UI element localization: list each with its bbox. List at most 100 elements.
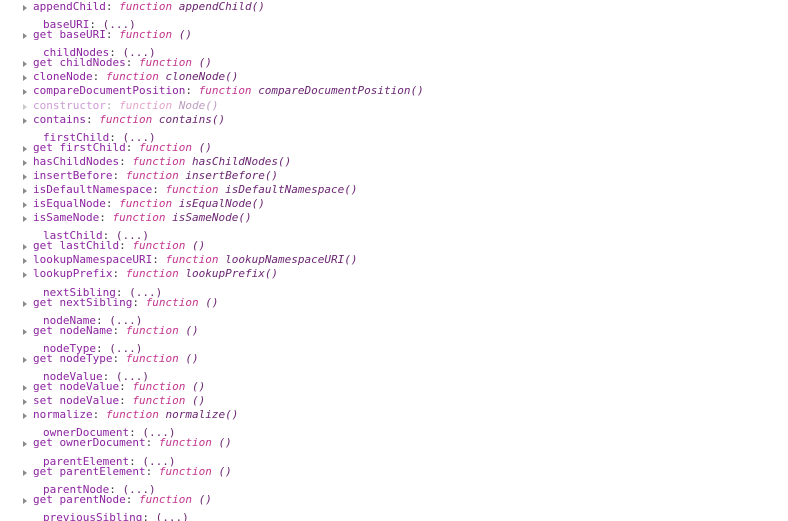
triangle-right-icon[interactable] xyxy=(21,99,31,113)
property-row[interactable]: hasChildNodes: function hasChildNodes() xyxy=(0,155,788,169)
function-signature: Node() xyxy=(178,98,219,112)
triangle-right-icon[interactable] xyxy=(21,352,31,366)
property-row[interactable]: normalize: function normalize() xyxy=(0,408,788,422)
property-colon: : xyxy=(85,112,93,126)
function-signature: () xyxy=(198,492,212,506)
property-row[interactable]: parentNode: (...) xyxy=(0,479,788,496)
property-colon: : xyxy=(105,0,113,13)
object-property-list[interactable]: appendChild: function appendChild() baseU… xyxy=(0,0,788,521)
property-row[interactable]: get nodeType: function () xyxy=(0,352,788,366)
property-row[interactable]: get nextSibling: function () xyxy=(0,296,788,310)
triangle-right-icon[interactable] xyxy=(21,211,31,225)
triangle-right-icon[interactable] xyxy=(21,197,31,211)
property-row[interactable]: get ownerDocument: function () xyxy=(0,436,788,450)
getter-placeholder: (...) xyxy=(155,510,189,521)
triangle-right-icon[interactable] xyxy=(21,28,31,42)
function-signature: () xyxy=(191,239,206,253)
property-row[interactable]: baseURI: (...) xyxy=(0,14,788,31)
function-keyword: function xyxy=(119,28,173,42)
property-row[interactable]: get lastChild: function () xyxy=(0,239,788,253)
property-row[interactable]: nodeName: (...) xyxy=(0,310,788,327)
property-name: get parentElement xyxy=(33,464,146,478)
property-row[interactable]: parentElement: (...) xyxy=(0,451,788,468)
function-signature: () xyxy=(191,380,206,394)
triangle-right-icon[interactable] xyxy=(21,296,31,310)
property-row[interactable]: get firstChild: function () xyxy=(0,141,788,155)
triangle-right-icon[interactable] xyxy=(21,380,31,394)
function-keyword: function xyxy=(138,140,192,154)
property-row[interactable]: isEqualNode: function isEqualNode() xyxy=(0,197,788,211)
function-keyword: function xyxy=(119,197,173,211)
triangle-right-icon[interactable] xyxy=(21,183,31,197)
property-row[interactable]: isSameNode: function isSameNode() xyxy=(0,211,788,225)
triangle-right-icon[interactable] xyxy=(21,253,31,267)
property-row[interactable]: childNodes: (...) xyxy=(0,42,788,59)
property-row[interactable]: appendChild: function appendChild() xyxy=(0,0,788,14)
property-name: get firstChild xyxy=(33,140,126,154)
property-row[interactable]: cloneNode: function cloneNode() xyxy=(0,70,788,84)
property-row[interactable]: isDefaultNamespace: function isDefaultNa… xyxy=(0,183,788,197)
property-colon: : xyxy=(99,211,106,225)
triangle-right-icon[interactable] xyxy=(21,70,31,84)
triangle-right-icon[interactable] xyxy=(21,436,31,450)
property-row[interactable]: lastChild: (...) xyxy=(0,225,788,242)
property-row[interactable]: compareDocumentPosition: function compar… xyxy=(0,84,788,98)
property-row[interactable]: get parentElement: function () xyxy=(0,465,788,479)
property-label: isEqualNode: function isEqualNode() xyxy=(22,197,265,211)
triangle-right-icon[interactable] xyxy=(21,493,31,507)
property-row[interactable]: constructor: function Node() xyxy=(0,99,788,113)
triangle-right-icon[interactable] xyxy=(21,465,31,479)
property-label: previousSibling: (...) xyxy=(32,511,189,521)
function-keyword: function xyxy=(158,464,212,478)
property-row[interactable]: get parentNode: function () xyxy=(0,493,788,507)
property-label: compareDocumentPosition: function compar… xyxy=(22,84,424,98)
triangle-right-icon[interactable] xyxy=(21,84,31,98)
property-row[interactable]: nodeType: (...) xyxy=(0,338,788,355)
property-label: normalize: function normalize() xyxy=(22,408,238,422)
triangle-right-icon[interactable] xyxy=(21,56,31,70)
property-row[interactable]: get childNodes: function () xyxy=(0,56,788,70)
property-row[interactable]: get baseURI: function () xyxy=(0,28,788,42)
triangle-right-icon[interactable] xyxy=(21,239,31,253)
property-label: contains: function contains() xyxy=(22,113,225,127)
triangle-right-icon[interactable] xyxy=(21,141,31,155)
property-row[interactable]: ownerDocument: (...) xyxy=(0,422,788,439)
triangle-right-icon[interactable] xyxy=(21,169,31,183)
property-row[interactable]: set nodeValue: function () xyxy=(0,394,788,408)
triangle-right-icon[interactable] xyxy=(21,324,31,338)
triangle-right-icon[interactable] xyxy=(21,0,31,14)
triangle-right-icon[interactable] xyxy=(21,394,31,408)
property-row[interactable]: lookupPrefix: function lookupPrefix() xyxy=(0,267,788,281)
property-label: constructor: function Node() xyxy=(22,99,218,113)
triangle-right-icon[interactable] xyxy=(21,267,31,281)
property-row[interactable]: lookupNamespaceURI: function lookupNames… xyxy=(0,253,788,267)
property-colon: : xyxy=(125,492,133,506)
property-label: hasChildNodes: function hasChildNodes() xyxy=(22,155,291,169)
triangle-right-icon[interactable] xyxy=(21,113,31,127)
property-row[interactable]: get nodeValue: function () xyxy=(0,380,788,394)
property-label: get childNodes: function () xyxy=(22,56,212,70)
property-row[interactable]: previousSibling: (...) xyxy=(0,507,788,521)
function-signature: () xyxy=(185,323,199,337)
property-name: cloneNode xyxy=(33,70,93,84)
triangle-right-icon[interactable] xyxy=(21,408,31,422)
function-keyword: function xyxy=(138,56,192,70)
property-row[interactable]: insertBefore: function insertBefore() xyxy=(0,169,788,183)
property-row[interactable]: nextSibling: (...) xyxy=(0,282,788,299)
property-label: get lastChild: function () xyxy=(22,239,205,253)
property-row[interactable]: nodeValue: (...) xyxy=(0,366,788,383)
property-colon: : xyxy=(119,154,126,168)
triangle-right-icon[interactable] xyxy=(21,155,31,169)
property-row[interactable]: contains: function contains() xyxy=(0,113,788,127)
property-row[interactable]: get nodeName: function () xyxy=(0,324,788,338)
property-label: get ownerDocument: function () xyxy=(22,436,232,450)
function-keyword: function xyxy=(165,253,219,267)
property-name: previousSibling xyxy=(43,510,143,521)
property-row[interactable]: firstChild: (...) xyxy=(0,127,788,144)
function-keyword: function xyxy=(125,351,179,365)
property-colon: : xyxy=(145,436,153,450)
function-keyword: function xyxy=(165,183,219,197)
